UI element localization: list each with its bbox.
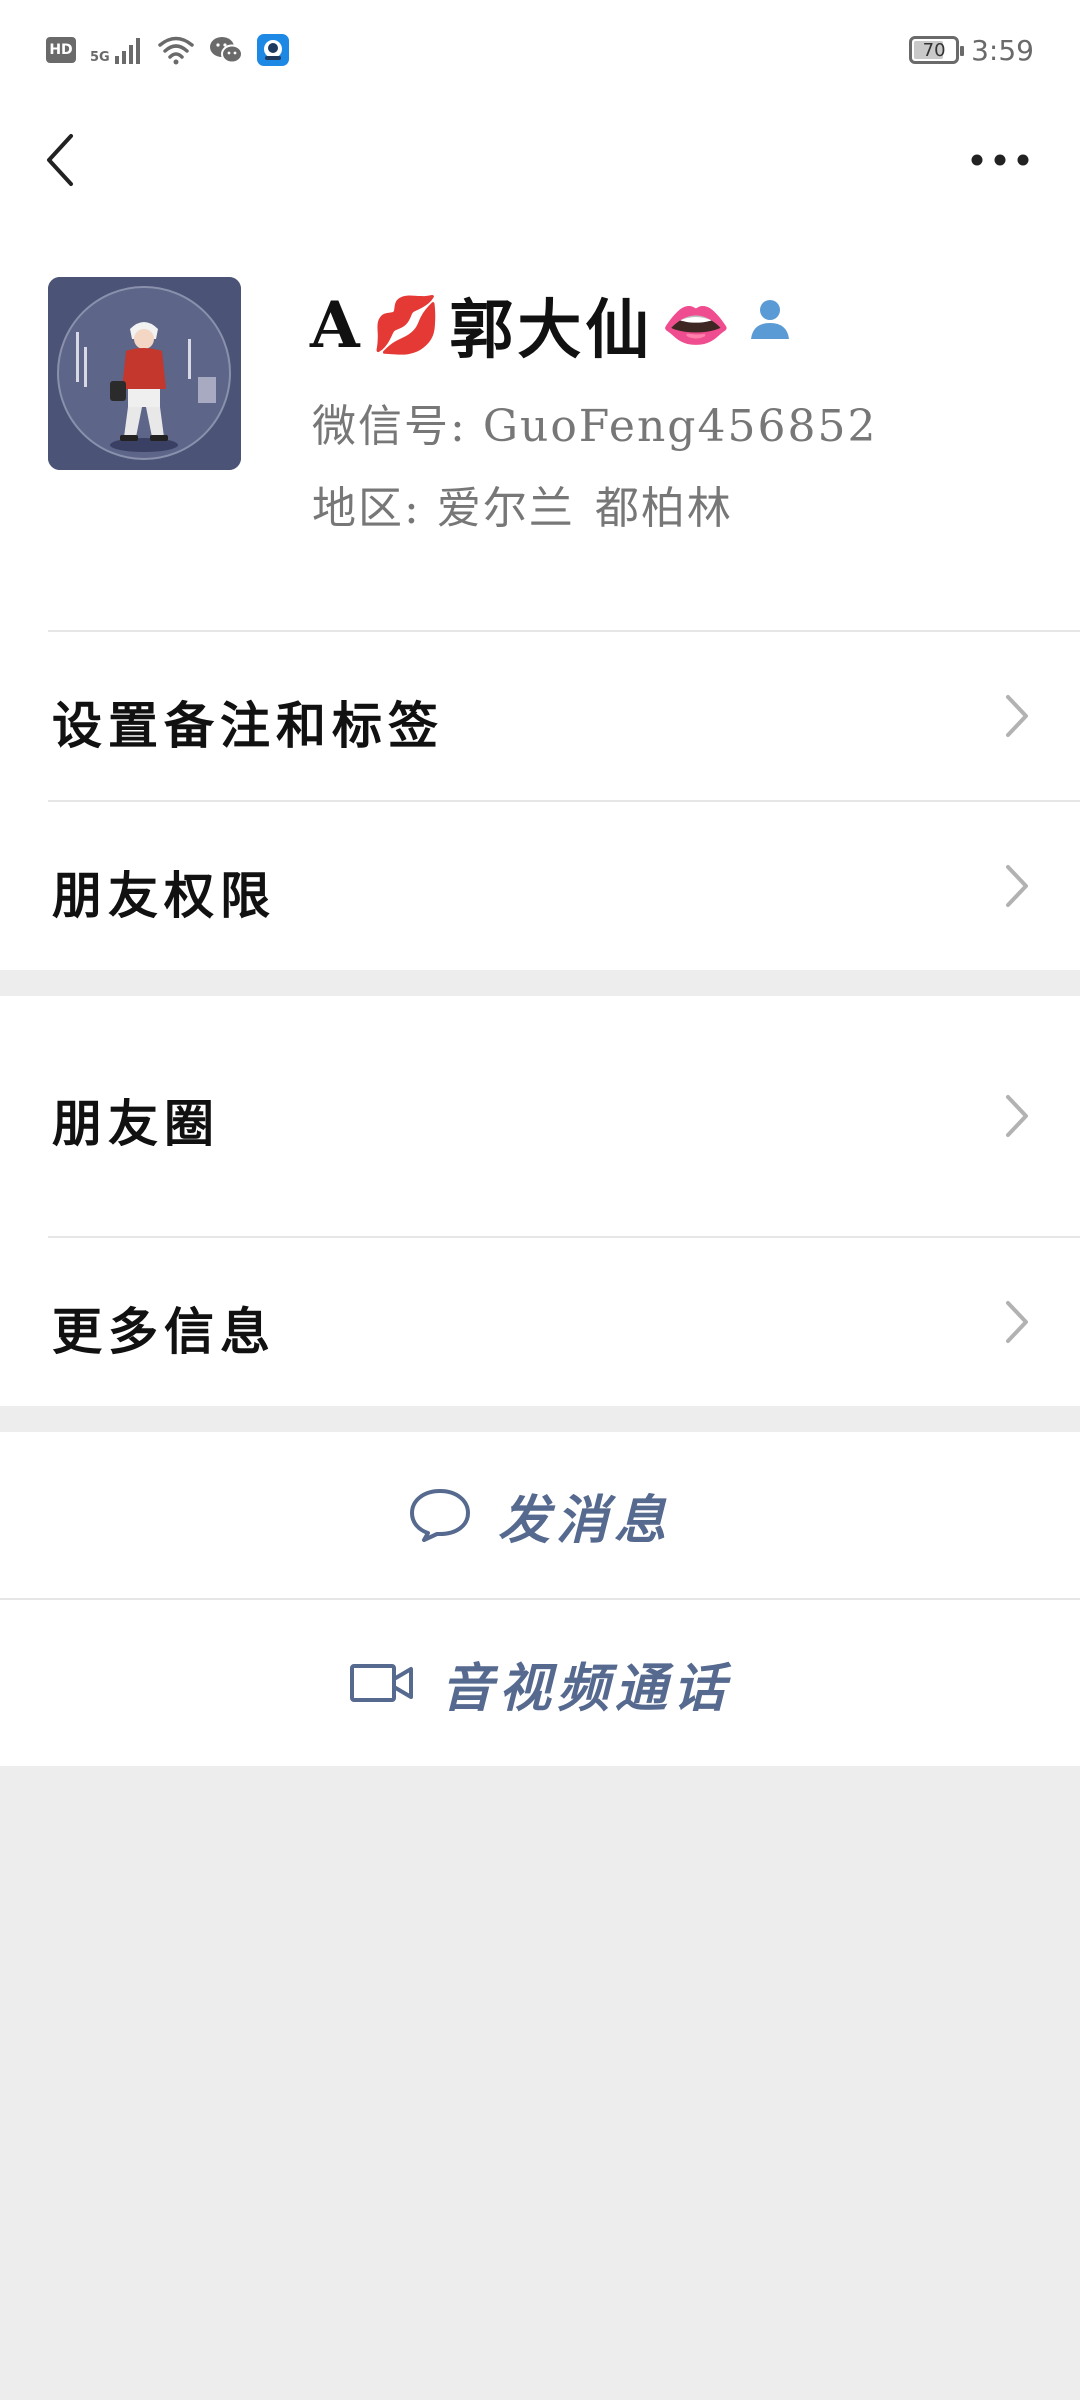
video-call-button[interactable]: 音视频通话	[0, 1600, 1080, 1766]
battery-icon: 70	[909, 36, 965, 64]
cellular-signal-icon: 5G	[90, 36, 143, 64]
person-badge-icon	[751, 300, 790, 339]
status-icons-right: 70 3:59	[909, 28, 1034, 72]
send-message-button[interactable]: 发消息	[0, 1432, 1080, 1598]
chat-bubble-icon	[409, 1489, 470, 1542]
video-camera-icon	[349, 1664, 413, 1702]
moments-label: 朋友圈	[52, 1094, 220, 1153]
send-message-label: 发消息	[497, 1489, 672, 1551]
nav-bar	[0, 100, 1080, 220]
friend-permissions-item[interactable]: 朋友权限	[0, 802, 1080, 970]
info-block: 朋友圈 更多信息	[0, 996, 1080, 1406]
region-country: 爱尔兰	[436, 483, 575, 534]
chevron-right-icon	[1006, 695, 1028, 737]
back-button[interactable]	[30, 120, 90, 200]
wechat-id-value: GuoFeng456852	[482, 401, 878, 452]
status-icons-left: HD 5G	[46, 30, 289, 70]
profile-header: A 💋 郭大仙 👄 微信号: GuoFeng456852 地区: 爱尔兰 都柏林	[0, 220, 1080, 630]
hd-indicator: HD	[46, 37, 76, 63]
moments-item[interactable]: 朋友圈	[0, 996, 1080, 1236]
app-notification-icon	[256, 34, 289, 66]
wechat-id-label: 微信号:	[312, 401, 467, 452]
status-bar: HD 5G 70 3:59	[0, 0, 1080, 100]
name-prefix: A	[310, 287, 364, 363]
friend-permissions-label: 朋友权限	[52, 866, 276, 925]
contact-name: A 💋 郭大仙 👄	[310, 280, 793, 370]
network-type: 5G	[90, 50, 110, 65]
battery-level: 70	[922, 39, 946, 61]
lips-emoji: 👄	[661, 293, 732, 358]
more-info-item[interactable]: 更多信息	[0, 1238, 1080, 1406]
wechat-id-line: 微信号: GuoFeng456852	[312, 390, 877, 454]
video-call-label: 音视频通话	[440, 1657, 731, 1719]
name-main: 郭大仙	[449, 293, 654, 368]
region-city: 都柏林	[594, 483, 733, 534]
settings-block: 设置备注和标签 朋友权限	[0, 630, 1080, 970]
chevron-right-icon	[1006, 1095, 1028, 1137]
wifi-icon	[157, 36, 194, 65]
clock: 3:59	[971, 33, 1034, 67]
remark-tags-label: 设置备注和标签	[52, 696, 444, 755]
more-options-button[interactable]	[960, 120, 1040, 200]
chevron-right-icon	[1006, 865, 1028, 907]
region-line: 地区: 爱尔兰 都柏林	[312, 472, 733, 536]
remark-tags-item[interactable]: 设置备注和标签	[0, 632, 1080, 800]
avatar[interactable]	[48, 277, 241, 470]
region-label: 地区:	[312, 483, 421, 534]
chevron-left-icon	[47, 134, 73, 186]
more-dots-icon	[971, 154, 1029, 166]
more-info-label: 更多信息	[52, 1302, 276, 1361]
wechat-notification-icon	[209, 37, 243, 64]
kiss-mark-emoji: 💋	[371, 293, 442, 358]
chevron-right-icon	[1006, 1301, 1028, 1343]
